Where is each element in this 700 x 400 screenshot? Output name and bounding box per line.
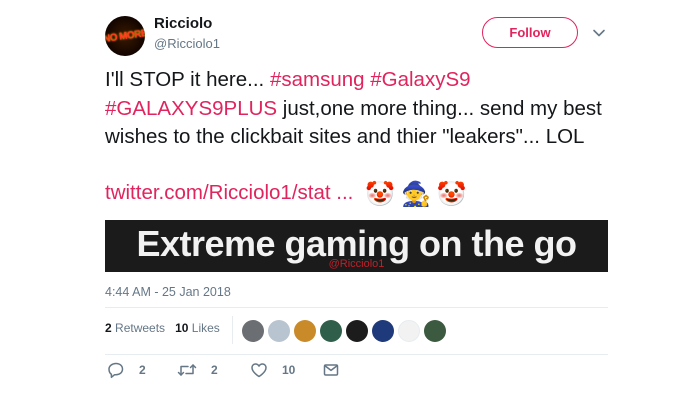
retweets-label: Retweets (115, 321, 166, 335)
tweet-stats: 2 Retweets 10 Likes (105, 321, 220, 335)
liker-avatar[interactable] (346, 320, 368, 342)
liker-avatars (242, 320, 446, 342)
liker-avatar[interactable] (372, 320, 394, 342)
like-action[interactable]: 10 (250, 361, 322, 379)
like-count: 10 (282, 363, 296, 377)
hashtag-link[interactable]: #samsung (270, 68, 365, 91)
tweet-actions: 2 2 10 (107, 361, 340, 379)
clown-face-icon: 🤡 (365, 181, 395, 208)
reply-action[interactable]: 2 (107, 361, 177, 379)
tweet-url-link[interactable]: twitter.com/Ricciolo1/stat ... (105, 181, 353, 204)
tweet-link-line: twitter.com/Ricciolo1/stat ... 🤡 🧙 🤡 (105, 178, 467, 210)
reply-count: 2 (139, 363, 146, 377)
liker-avatar[interactable] (320, 320, 342, 342)
retweets-count: 2 (105, 321, 112, 335)
divider (105, 307, 608, 308)
reply-icon (108, 362, 124, 379)
avatar[interactable]: NO MORE (105, 16, 145, 56)
liker-avatar[interactable] (294, 320, 316, 342)
follow-button[interactable]: Follow (482, 17, 578, 48)
liker-avatar[interactable] (424, 320, 446, 342)
chevron-down-icon[interactable] (592, 26, 606, 40)
media-image[interactable]: Extreme gaming on the go @Ricciolo1 (105, 220, 608, 272)
tweet-text: I'll STOP it here... #samsung #GalaxyS9 … (105, 66, 605, 152)
media-watermark: @Ricciolo1 (328, 258, 385, 270)
mage-icon: 🧙 (400, 181, 431, 208)
avatar-logo-text: NO MORE (105, 27, 145, 45)
liker-avatar[interactable] (242, 320, 264, 342)
stats-separator (232, 316, 233, 344)
clown-face-icon: 🤡 (436, 181, 467, 208)
retweets-stat[interactable]: 2 Retweets (105, 321, 165, 335)
direct-message-action[interactable] (322, 361, 340, 379)
likes-stat[interactable]: 10 Likes (175, 321, 220, 335)
liker-avatar[interactable] (398, 320, 420, 342)
envelope-icon (323, 364, 339, 376)
tweet-timestamp[interactable]: 4:44 AM - 25 Jan 2018 (105, 285, 231, 299)
likes-label: Likes (191, 321, 220, 335)
retweet-action[interactable]: 2 (177, 361, 250, 379)
user-handle[interactable]: @Ricciolo1 (154, 36, 220, 51)
heart-icon (251, 363, 267, 378)
retweet-icon (177, 364, 197, 376)
divider (105, 354, 608, 355)
hashtag-link[interactable]: #GalaxyS9 (370, 68, 470, 91)
tweet-text-segment: I'll STOP it here... (105, 68, 270, 91)
retweet-count: 2 (211, 363, 218, 377)
liker-avatar[interactable] (268, 320, 290, 342)
likes-count: 10 (175, 321, 189, 335)
display-name[interactable]: Ricciolo (154, 15, 212, 32)
hashtag-link[interactable]: #GALAXYS9PLUS (105, 97, 277, 120)
